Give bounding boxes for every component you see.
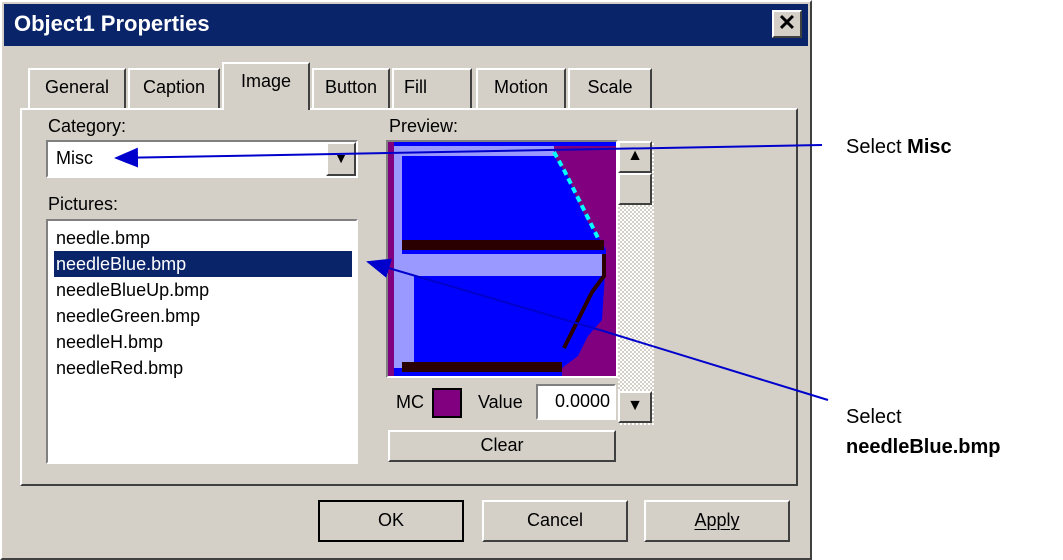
callout-arrows — [114, 144, 829, 401]
arrow-to-category — [114, 144, 823, 168]
arrow-to-preview — [599, 329, 829, 401]
arrow-to-list-item — [366, 258, 601, 331]
